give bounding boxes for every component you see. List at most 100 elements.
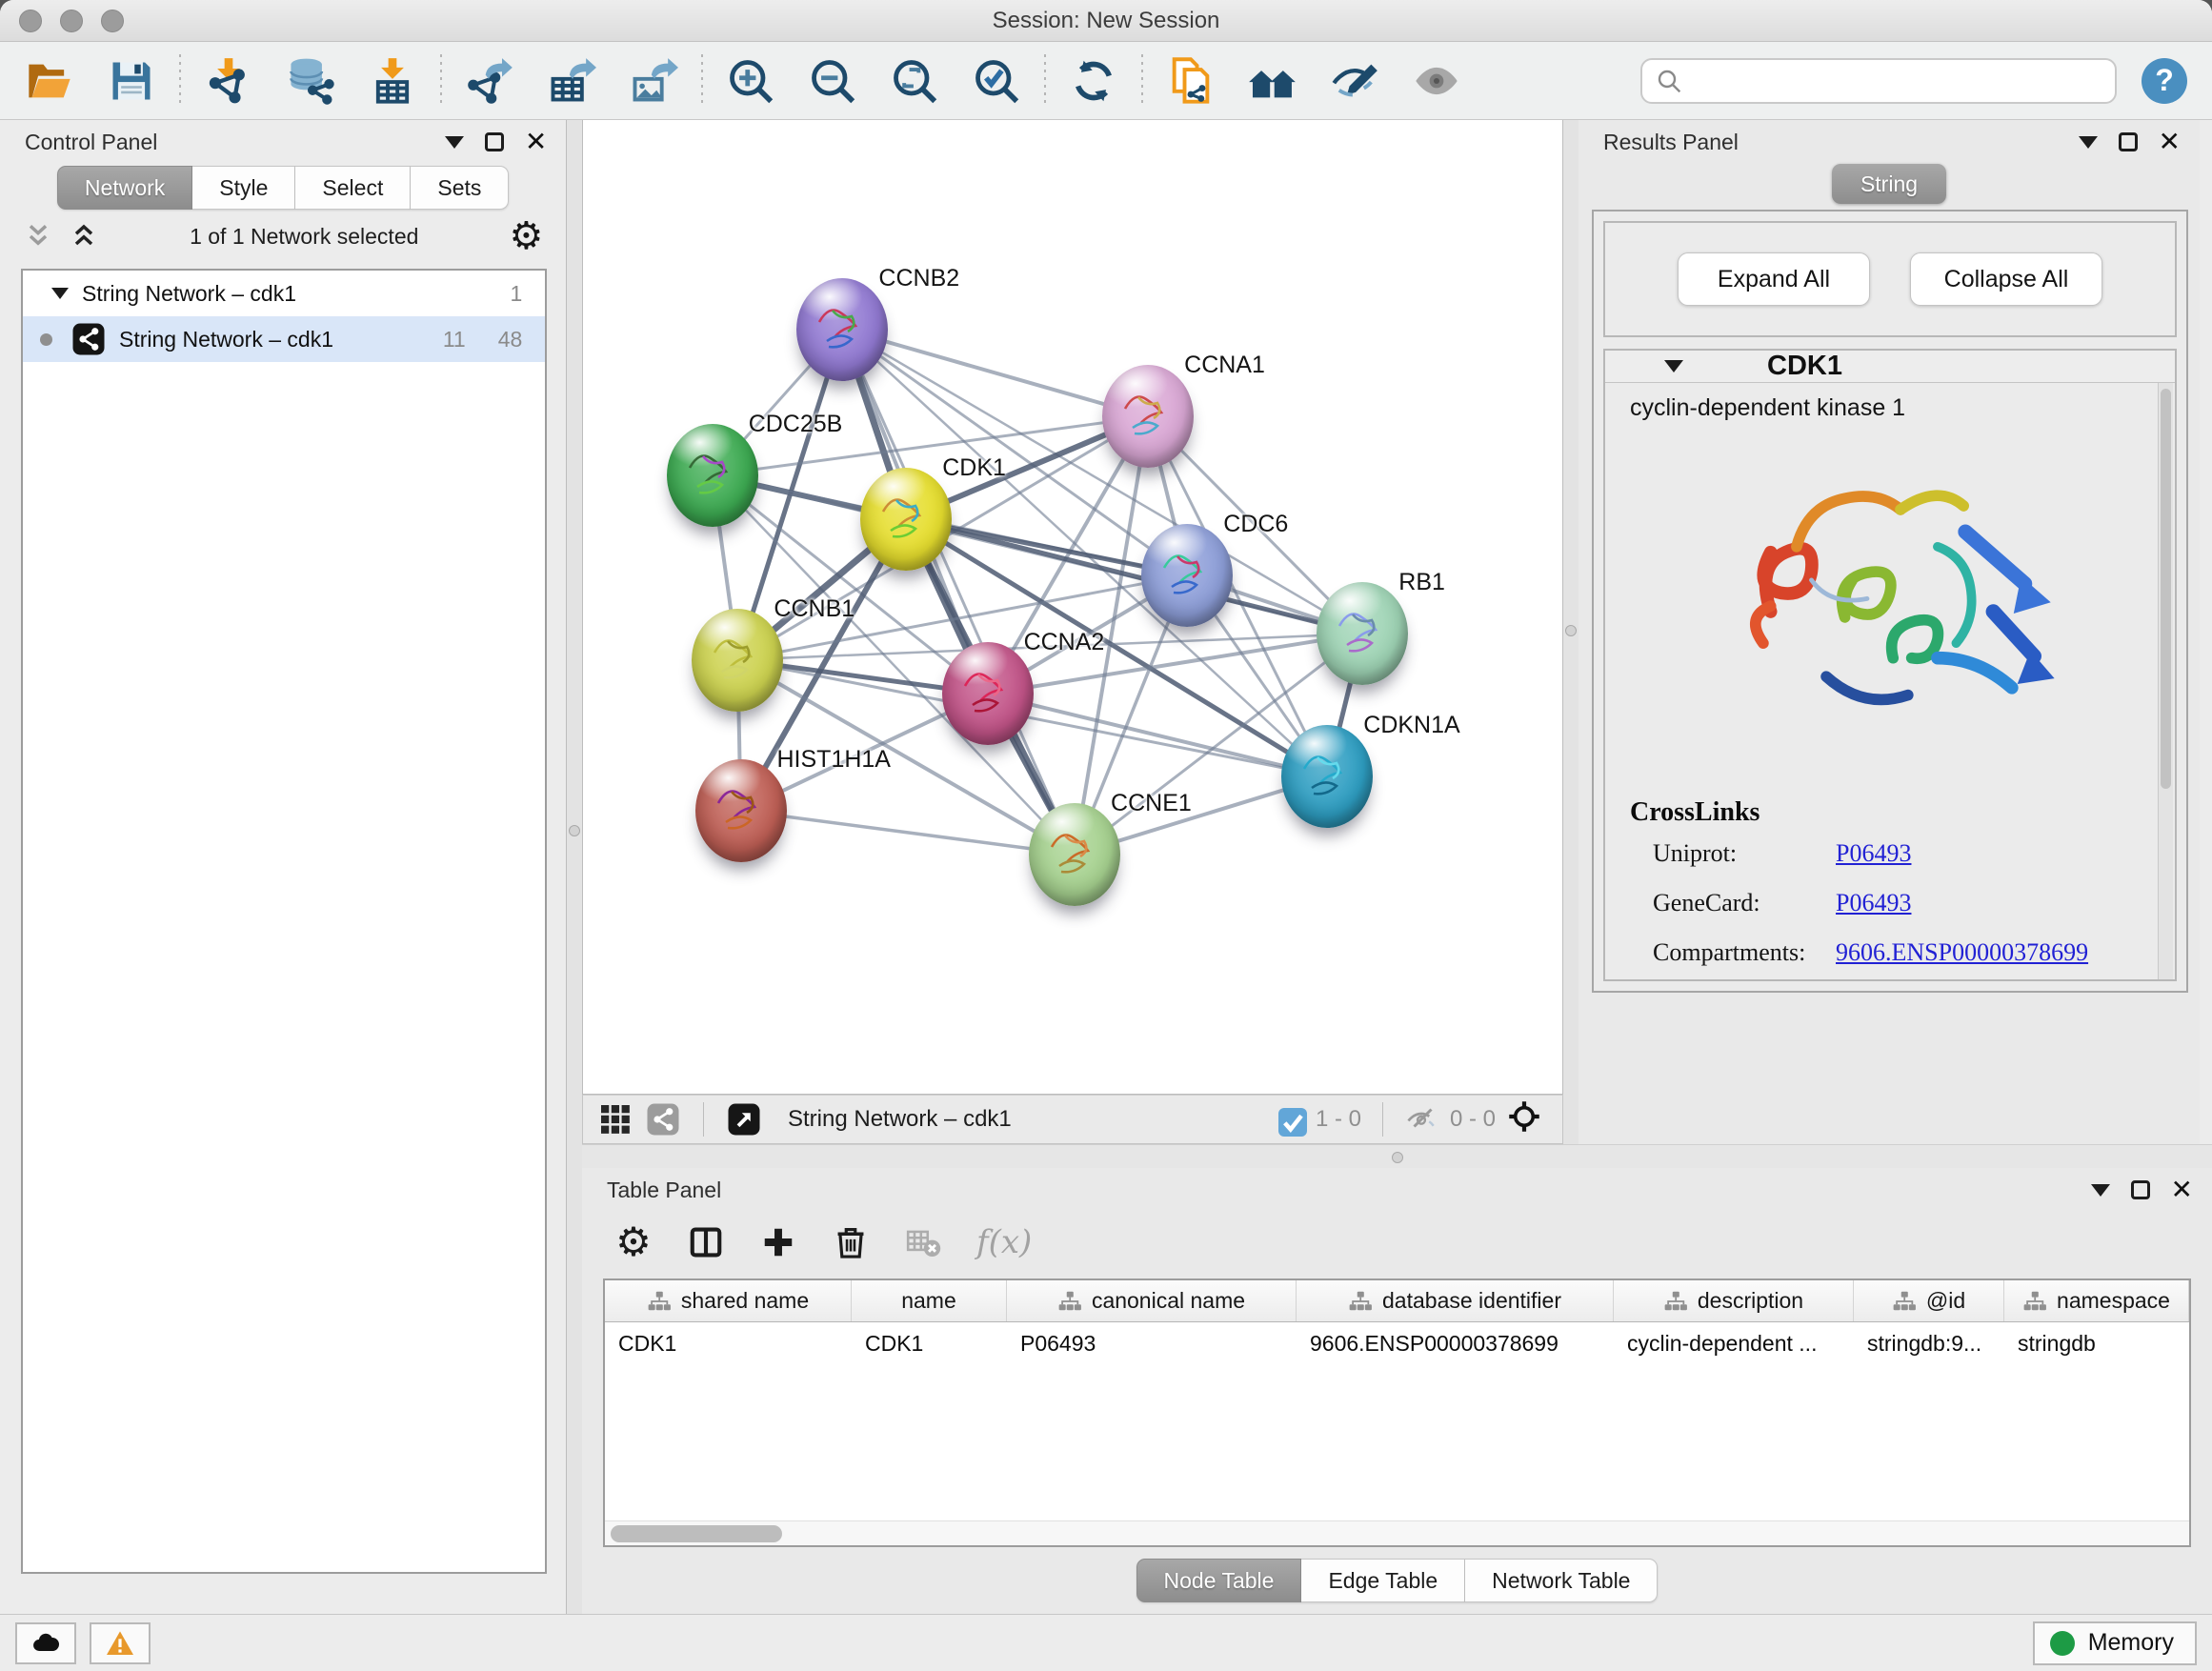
table-cell[interactable]: CDK1 — [605, 1322, 852, 1364]
panel-menu-icon[interactable] — [445, 136, 464, 149]
tab-string[interactable]: String — [1832, 164, 1946, 204]
panel-menu-icon[interactable] — [2091, 1184, 2110, 1197]
float-panel-icon[interactable] — [485, 132, 504, 151]
tab-select[interactable]: Select — [295, 166, 411, 210]
table-cell[interactable]: stringdb:9... — [1854, 1322, 2004, 1364]
show-columns-icon[interactable] — [687, 1223, 725, 1261]
column-header-namespace[interactable]: namespace — [2004, 1280, 2189, 1321]
network-node-CDC25B[interactable] — [667, 424, 758, 527]
search-field[interactable] — [1640, 58, 2117, 104]
gene-section-header[interactable]: CDK1 — [1605, 351, 2175, 383]
float-panel-icon[interactable] — [2131, 1180, 2150, 1199]
network-node-RB1[interactable] — [1317, 582, 1408, 685]
network-node-CCNB1[interactable] — [692, 609, 783, 712]
tab-sets[interactable]: Sets — [411, 166, 509, 210]
network-collection-row[interactable]: String Network – cdk1 1 — [23, 271, 545, 316]
network-node-HIST1H1A[interactable] — [695, 759, 787, 862]
hidden-eye-icon[interactable] — [1404, 1102, 1438, 1137]
network-edge[interactable] — [988, 694, 1328, 776]
tab-style[interactable]: Style — [192, 166, 295, 210]
splitter-handle-icon[interactable] — [1565, 625, 1577, 636]
network-view-icon[interactable] — [646, 1102, 680, 1137]
network-node-CCNE1[interactable] — [1029, 803, 1120, 906]
table-row[interactable]: CDK1CDK1P064939606.ENSP00000378699cyclin… — [605, 1322, 2189, 1364]
table-cell[interactable]: stringdb — [2004, 1322, 2189, 1364]
crosslink-link[interactable]: 9606.ENSP00000378699 — [1836, 938, 2088, 967]
crosslink-link[interactable]: P06493 — [1836, 889, 1911, 917]
warnings-button[interactable] — [90, 1622, 151, 1664]
table-cell[interactable]: cyclin-dependent ... — [1614, 1322, 1854, 1364]
close-panel-icon[interactable]: ✕ — [2171, 1177, 2193, 1203]
birdseye-crosshair-icon[interactable] — [1507, 1099, 1547, 1139]
column-header-database-identifier[interactable]: database identifier — [1297, 1280, 1614, 1321]
splitter-handle-icon[interactable] — [1392, 1152, 1403, 1163]
detach-view-icon[interactable] — [727, 1102, 761, 1137]
collapse-section-icon[interactable] — [1664, 360, 1683, 372]
export-image-icon[interactable] — [627, 54, 680, 108]
table-cell[interactable]: P06493 — [1007, 1322, 1297, 1364]
column-header--id[interactable]: @id — [1854, 1280, 2004, 1321]
search-input[interactable] — [1692, 68, 2103, 94]
column-header-shared-name[interactable]: shared name — [605, 1280, 852, 1321]
float-panel-icon[interactable] — [2119, 132, 2138, 151]
import-table-icon[interactable] — [366, 54, 419, 108]
column-header-description[interactable]: description — [1614, 1280, 1854, 1321]
table-cell[interactable]: CDK1 — [852, 1322, 1007, 1364]
network-canvas[interactable]: CCNB2CCNA1CDC25BCDK1CDC6RB1CCNB1CCNA2CDK… — [582, 120, 1563, 1095]
network-row[interactable]: String Network – cdk1 11 48 — [23, 316, 545, 362]
splitter-handle-icon[interactable] — [569, 825, 580, 836]
zoom-selected-icon[interactable] — [970, 54, 1023, 108]
show-all-icon[interactable] — [1410, 54, 1463, 108]
scrollbar-thumb[interactable] — [611, 1525, 782, 1542]
memory-button[interactable]: Memory — [2033, 1621, 2197, 1665]
tree-expand-icon[interactable] — [51, 288, 69, 299]
grid-view-icon[interactable] — [598, 1102, 633, 1137]
open-session-icon[interactable] — [23, 54, 76, 108]
network-node-CDK1[interactable] — [860, 468, 952, 571]
zoom-fit-icon[interactable] — [888, 54, 941, 108]
tab-edge-table[interactable]: Edge Table — [1301, 1559, 1465, 1602]
hide-selected-icon[interactable] — [1328, 54, 1381, 108]
panel-menu-icon[interactable] — [2079, 136, 2098, 149]
zoom-out-icon[interactable] — [806, 54, 859, 108]
cloud-status-button[interactable] — [15, 1622, 76, 1664]
tab-network[interactable]: Network — [57, 166, 192, 210]
results-scrollbar[interactable] — [2158, 383, 2173, 981]
export-table-icon[interactable] — [545, 54, 598, 108]
network-edge[interactable] — [842, 330, 1075, 855]
network-edge[interactable] — [741, 811, 1076, 855]
save-session-icon[interactable] — [105, 54, 158, 108]
tab-node-table[interactable]: Node Table — [1136, 1559, 1302, 1602]
left-splitter[interactable] — [567, 120, 582, 1614]
collapse-all-networks-icon[interactable] — [23, 221, 53, 252]
network-node-CCNA2[interactable] — [942, 642, 1034, 745]
crosslink-link[interactable]: P06493 — [1836, 839, 1911, 868]
selected-checkbox-icon[interactable] — [1276, 1105, 1304, 1134]
refresh-layout-icon[interactable] — [1067, 54, 1120, 108]
copy-session-icon[interactable] — [1164, 54, 1217, 108]
delete-column-icon[interactable] — [832, 1223, 870, 1261]
column-header-name[interactable]: name — [852, 1280, 1007, 1321]
import-network-icon[interactable] — [202, 54, 255, 108]
horizontal-splitter[interactable] — [582, 1144, 2212, 1168]
collapse-all-button[interactable]: Collapse All — [1910, 252, 2102, 306]
tab-network-table[interactable]: Network Table — [1465, 1559, 1658, 1602]
expand-all-button[interactable]: Expand All — [1678, 252, 1870, 306]
close-panel-icon[interactable]: ✕ — [2159, 129, 2181, 155]
expand-all-networks-icon[interactable] — [69, 221, 99, 252]
home-view-icon[interactable] — [1246, 54, 1299, 108]
right-splitter[interactable] — [1563, 120, 1579, 1144]
close-panel-icon[interactable]: ✕ — [525, 129, 547, 155]
network-node-CDC6[interactable] — [1141, 524, 1233, 627]
add-column-icon[interactable] — [759, 1223, 797, 1261]
network-node-CCNA1[interactable] — [1102, 365, 1194, 468]
network-options-gear-icon[interactable]: ⚙ — [509, 217, 543, 255]
export-network-icon[interactable] — [463, 54, 516, 108]
network-node-CDKN1A[interactable] — [1281, 725, 1373, 828]
import-database-icon[interactable] — [284, 54, 337, 108]
network-node-CCNB2[interactable] — [796, 278, 888, 381]
table-horizontal-scrollbar[interactable] — [605, 1520, 2189, 1545]
help-button[interactable]: ? — [2142, 58, 2187, 104]
table-cell[interactable]: 9606.ENSP00000378699 — [1297, 1322, 1614, 1364]
zoom-in-icon[interactable] — [724, 54, 777, 108]
